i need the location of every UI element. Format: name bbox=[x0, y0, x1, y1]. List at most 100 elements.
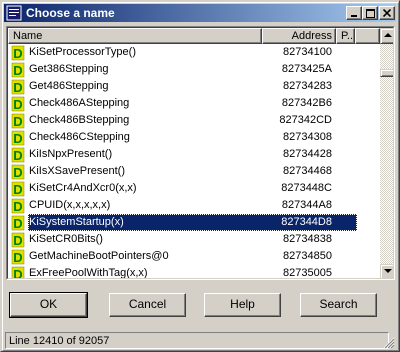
function-type-letter: D bbox=[13, 199, 22, 214]
list-header: Name Address P... bbox=[8, 28, 380, 44]
window-title: Choose a name bbox=[26, 6, 115, 20]
list-item[interactable]: D Check486AStepping 827342B6 bbox=[8, 95, 357, 112]
list-item-name: KiIsNpxPresent() bbox=[29, 148, 113, 160]
function-d-icon: D bbox=[11, 164, 25, 180]
function-type-letter: D bbox=[13, 114, 22, 129]
list-item-name: KiSystemStartup(x) bbox=[29, 216, 124, 228]
list-item-address: 82734283 bbox=[283, 80, 332, 92]
function-type-letter: D bbox=[13, 46, 22, 61]
scroll-down-button[interactable] bbox=[380, 264, 393, 278]
function-type-letter: D bbox=[13, 80, 22, 95]
help-button[interactable]: Help bbox=[204, 293, 281, 317]
list-item-address: 827344D8 bbox=[281, 216, 332, 228]
list-item[interactable]: D Check486CStepping 82734308 bbox=[8, 129, 357, 146]
list-item-address: 827342B6 bbox=[281, 97, 332, 109]
list-item-name: KiSetCr4AndXcr0(x,x) bbox=[29, 182, 137, 194]
list-item-name: KiIsXSavePresent() bbox=[29, 165, 125, 177]
list-item-name: Check486BStepping bbox=[29, 114, 130, 126]
function-d-icon: D bbox=[11, 130, 25, 146]
column-header-address[interactable]: Address bbox=[262, 28, 336, 44]
function-type-letter: D bbox=[13, 165, 22, 180]
list-item[interactable]: D CPUID(x,x,x,x,x) 827344A8 bbox=[8, 197, 357, 214]
list-item-address: 827342CD bbox=[279, 114, 332, 126]
function-d-icon: D bbox=[11, 96, 25, 112]
scroll-up-button[interactable] bbox=[380, 28, 393, 44]
list-item[interactable]: D ExFreePoolWithTag(x,x) 82735005 bbox=[8, 265, 357, 279]
maximize-icon bbox=[366, 9, 375, 18]
list-item[interactable]: D Get386Stepping 8273425A bbox=[8, 61, 357, 78]
list-item-name: Check486CStepping bbox=[29, 131, 130, 143]
list-item-name: Get386Stepping bbox=[29, 63, 109, 75]
list-item-name: KiSetCR0Bits() bbox=[29, 233, 103, 245]
function-d-icon: D bbox=[11, 215, 25, 231]
function-d-icon: D bbox=[11, 62, 25, 78]
scroll-thumb[interactable] bbox=[380, 69, 393, 77]
list-item[interactable]: D Get486Stepping 82734283 bbox=[8, 78, 357, 95]
list-item-name: GetMachineBootPointers@0 bbox=[29, 250, 169, 262]
function-d-icon: D bbox=[11, 79, 25, 95]
list-item-address: 827344A8 bbox=[281, 199, 332, 211]
list-item-name: ExFreePoolWithTag(x,x) bbox=[29, 267, 148, 279]
function-type-letter: D bbox=[13, 182, 22, 197]
function-type-letter: D bbox=[13, 97, 22, 112]
list-item[interactable]: D GetMachineBootPointers@0 82734850 bbox=[8, 248, 357, 265]
function-type-letter: D bbox=[13, 131, 22, 146]
list-item[interactable]: D KiSetCR0Bits() 82734838 bbox=[8, 231, 357, 248]
function-d-icon: D bbox=[11, 249, 25, 265]
list-item[interactable]: D KiSetCr4AndXcr0(x,x) 8273448C bbox=[8, 180, 357, 197]
function-type-letter: D bbox=[13, 233, 22, 248]
list-item-address: 8273425A bbox=[281, 63, 332, 75]
title-bar[interactable]: Choose a name bbox=[4, 4, 396, 22]
close-icon bbox=[383, 9, 391, 17]
status-bar: Line 12410 of 92057 bbox=[5, 332, 395, 349]
list-item-address: 82734838 bbox=[283, 233, 332, 245]
maximize-button[interactable] bbox=[362, 6, 378, 20]
list-item-address: 82735005 bbox=[283, 267, 332, 279]
column-header-name[interactable]: Name bbox=[8, 28, 262, 44]
list-item-address: 8273448C bbox=[281, 182, 332, 194]
close-button[interactable] bbox=[379, 6, 395, 20]
scroll-down-arrow-icon bbox=[384, 269, 392, 273]
list-item-address: 82734100 bbox=[283, 46, 332, 58]
function-d-icon: D bbox=[11, 147, 25, 163]
status-text: Line 12410 of 92057 bbox=[5, 332, 389, 349]
list-item-address: 82734308 bbox=[283, 131, 332, 143]
minimize-button[interactable] bbox=[346, 6, 362, 20]
function-d-icon: D bbox=[11, 266, 25, 279]
window-app-icon bbox=[6, 5, 22, 21]
names-list[interactable]: Name Address P... D KiSetProcessorType() 8… bbox=[6, 26, 395, 280]
function-d-icon: D bbox=[11, 232, 25, 248]
vertical-scrollbar[interactable] bbox=[380, 28, 393, 278]
minimize-icon bbox=[351, 15, 357, 17]
list-item-name: CPUID(x,x,x,x,x) bbox=[29, 199, 111, 211]
function-type-letter: D bbox=[13, 267, 22, 279]
cancel-button[interactable]: Cancel bbox=[109, 293, 186, 317]
list-item[interactable]: D KiSetProcessorType() 82734100 bbox=[8, 44, 357, 61]
list-item-name: Check486AStepping bbox=[29, 97, 130, 109]
function-d-icon: D bbox=[11, 198, 25, 214]
list-item-name: Get486Stepping bbox=[29, 80, 109, 92]
list-item[interactable]: D KiIsXSavePresent() 82734468 bbox=[8, 163, 357, 180]
list-item-name: KiSetProcessorType() bbox=[29, 46, 136, 58]
list-item[interactable]: D KiIsNpxPresent() 82734428 bbox=[8, 146, 357, 163]
function-d-icon: D bbox=[11, 45, 25, 61]
function-type-letter: D bbox=[13, 63, 22, 78]
list-item-address: 82734468 bbox=[283, 165, 332, 177]
choose-name-dialog: Choose a name Name Address P... D KiSetP… bbox=[0, 0, 400, 352]
function-type-letter: D bbox=[13, 148, 22, 163]
scroll-up-arrow-icon bbox=[384, 33, 392, 37]
function-d-icon: D bbox=[11, 113, 25, 129]
list-item[interactable]: D Check486BStepping 827342CD bbox=[8, 112, 357, 129]
search-button[interactable]: Search bbox=[300, 293, 377, 317]
button-bar: OK Cancel Help Search bbox=[6, 286, 395, 324]
function-type-letter: D bbox=[13, 216, 22, 231]
ok-button[interactable]: OK bbox=[9, 292, 88, 318]
column-header-p[interactable]: P... bbox=[336, 28, 355, 44]
resize-grip-icon[interactable] bbox=[383, 337, 395, 349]
list-item-selected[interactable]: D KiSystemStartup(x) 827344D8 bbox=[8, 214, 357, 231]
list-item-address: 82734428 bbox=[283, 148, 332, 160]
function-type-letter: D bbox=[13, 250, 22, 265]
function-d-icon: D bbox=[11, 181, 25, 197]
column-header-filler bbox=[355, 28, 380, 44]
list-item-address: 82734850 bbox=[283, 250, 332, 262]
